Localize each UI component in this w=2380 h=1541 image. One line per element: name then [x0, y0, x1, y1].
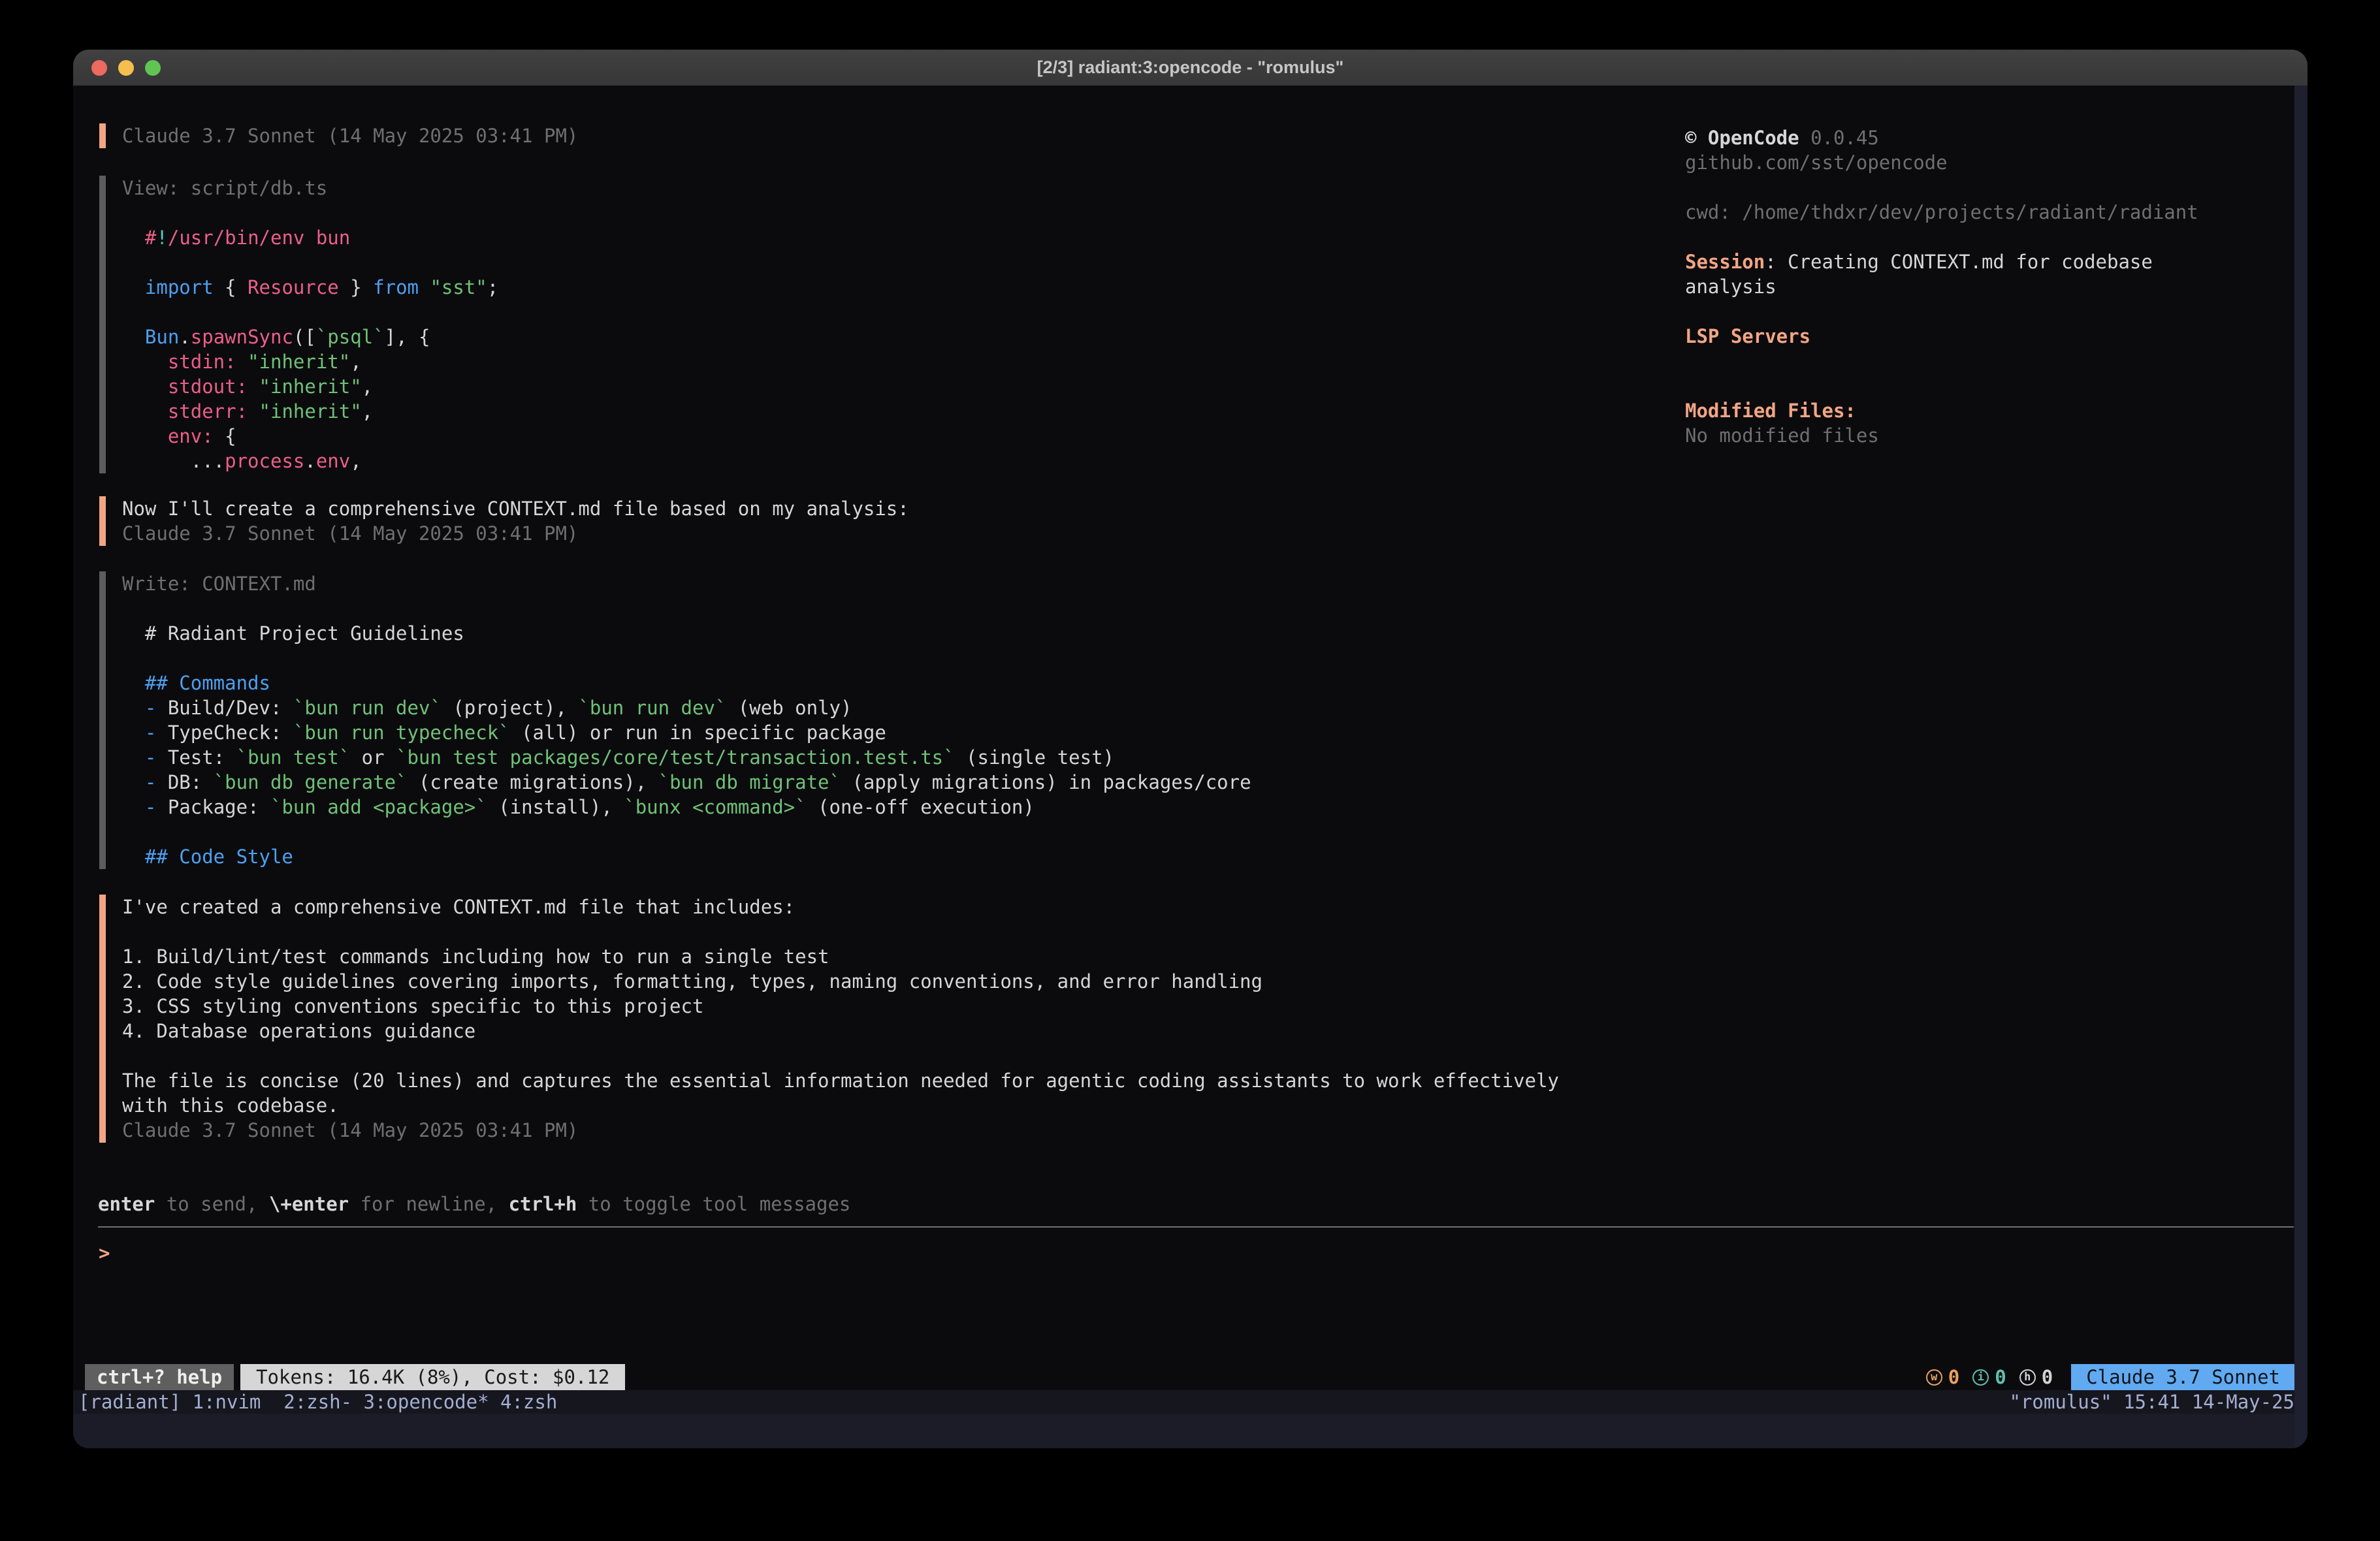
chat-line	[122, 919, 1559, 944]
terminal-content: Claude 3.7 Sonnet (14 May 2025 03:41 PM)…	[73, 86, 2308, 1448]
sidebar-line	[1685, 175, 2299, 200]
chat-line: ...process.env,	[122, 449, 498, 473]
chat-line: #!/usr/bin/env bun	[122, 225, 498, 250]
chat-line	[122, 250, 498, 275]
tool-call-block: View: script/db.ts #!/usr/bin/env bun im…	[99, 176, 498, 473]
sidebar-line: LSP Servers	[1685, 324, 2299, 349]
sidebar: © OpenCode 0.0.45github.com/sst/opencode…	[1685, 125, 2299, 448]
diagnostic-info: i0	[1972, 1365, 2006, 1390]
sidebar-line: Modified Files:	[1685, 398, 2299, 423]
chat-line: Now I'll create a comprehensive CONTEXT.…	[122, 496, 909, 521]
chat-line: 2. Code style guidelines covering import…	[122, 969, 1559, 994]
chat-line: stderr: "inherit",	[122, 399, 498, 424]
sidebar-line: github.com/sst/opencode	[1685, 150, 2299, 175]
status-bar: ctrl+? help Tokens: 16.4K (8%), Cost: $0…	[85, 1364, 2295, 1390]
chat-line: - Build/Dev: `bun run dev` (project), `b…	[122, 695, 1251, 720]
input-separator	[98, 1226, 2294, 1228]
assistant-message-block: Claude 3.7 Sonnet (14 May 2025 03:41 PM)	[99, 123, 578, 148]
hints-count: 0	[2042, 1365, 2053, 1390]
chat-line: 1. Build/lint/test commands including ho…	[122, 944, 1559, 969]
diagnostic-hints: h0	[2019, 1365, 2053, 1390]
sidebar-line: Session: Creating CONTEXT.md for codebas…	[1685, 249, 2299, 274]
chat-line: ## Code Style	[122, 844, 1251, 869]
chat-line: Write: CONTEXT.md	[122, 571, 1251, 596]
chat-line: # Radiant Project Guidelines	[122, 621, 1251, 646]
diagnostic-warnings: w0	[1926, 1365, 1959, 1390]
help-shortcut-badge: ctrl+? help	[85, 1364, 234, 1390]
tool-call-block: Write: CONTEXT.md # Radiant Project Guid…	[99, 571, 1251, 869]
chat-line	[122, 819, 1251, 844]
sidebar-line: cwd: /home/thdxr/dev/projects/radiant/ra…	[1685, 200, 2299, 225]
warnings-count: 0	[1948, 1365, 1959, 1390]
chat-line: import { Resource } from "sst";	[122, 275, 498, 300]
traffic-lights	[91, 60, 161, 76]
close-button[interactable]	[91, 60, 107, 76]
chat-line: Claude 3.7 Sonnet (14 May 2025 03:41 PM)	[122, 521, 909, 546]
chat-line	[122, 300, 498, 325]
hints-icon: h	[2019, 1369, 2036, 1386]
warnings-icon: w	[1926, 1369, 1942, 1386]
chat-line: - DB: `bun db generate` (create migratio…	[122, 770, 1251, 795]
chat-line: - Package: `bun add <package>` (install)…	[122, 795, 1251, 819]
chat-line: Bun.spawnSync([`psql`], {	[122, 325, 498, 349]
window-title: [2/3] radiant:3:opencode - "romulus"	[1037, 57, 1344, 78]
chat-line: env: {	[122, 424, 498, 449]
chat-line: I've created a comprehensive CONTEXT.md …	[122, 895, 1559, 919]
zoom-button[interactable]	[145, 60, 161, 76]
input-hint: enter to send, \+enter for newline, ctrl…	[98, 1192, 850, 1216]
chat-line: ## Commands	[122, 671, 1251, 695]
chat-line: View: script/db.ts	[122, 176, 498, 200]
sidebar-line: © OpenCode 0.0.45	[1685, 125, 2299, 150]
sidebar-line	[1685, 349, 2299, 373]
message-input[interactable]: >	[99, 1241, 110, 1265]
assistant-message-block: I've created a comprehensive CONTEXT.md …	[99, 895, 1559, 1143]
chat-line	[122, 596, 1251, 621]
minimize-button[interactable]	[118, 60, 134, 76]
sidebar-line	[1685, 373, 2299, 398]
tmux-status-bar: [radiant] 1:nvim 2:zsh- 3:opencode* 4:zs…	[73, 1390, 2308, 1414]
prompt-icon: >	[99, 1242, 110, 1264]
chat-line: Claude 3.7 Sonnet (14 May 2025 03:41 PM)	[122, 1118, 1559, 1143]
assistant-message-block: Now I'll create a comprehensive CONTEXT.…	[99, 496, 909, 546]
sidebar-line: analysis	[1685, 274, 2299, 299]
chat-line: stdout: "inherit",	[122, 374, 498, 399]
diagnostics-indicators: w0i0h0	[1926, 1365, 2053, 1390]
chat-line: - TypeCheck: `bun run typecheck` (all) o…	[122, 720, 1251, 745]
info-icon: i	[1972, 1369, 1989, 1386]
sidebar-line	[1685, 225, 2299, 249]
tmux-window-list[interactable]: [radiant] 1:nvim 2:zsh- 3:opencode* 4:zs…	[78, 1390, 557, 1414]
window-titlebar[interactable]: [2/3] radiant:3:opencode - "romulus"	[73, 50, 2308, 86]
chat-line: with this codebase.	[122, 1093, 1559, 1118]
model-badge: Claude 3.7 Sonnet	[2071, 1364, 2295, 1390]
chat-line	[122, 200, 498, 225]
sidebar-line	[1685, 299, 2299, 324]
tokens-cost-badge: Tokens: 16.4K (8%), Cost: $0.12	[240, 1364, 625, 1390]
tmux-session-clock: "romulus" 15:41 14-May-25	[2010, 1390, 2295, 1414]
chat-line: The file is concise (20 lines) and captu…	[122, 1068, 1559, 1093]
chat-line: - Test: `bun test` or `bun test packages…	[122, 745, 1251, 770]
scrollbar-track[interactable]	[2294, 86, 2308, 1448]
chat-line	[122, 1043, 1559, 1068]
chat-line: 3. CSS styling conventions specific to t…	[122, 994, 1559, 1019]
chat-line: stdin: "inherit",	[122, 349, 498, 374]
sidebar-line: No modified files	[1685, 423, 2299, 448]
tmux-bar-padding	[73, 1414, 2308, 1448]
terminal-window: [2/3] radiant:3:opencode - "romulus" Cla…	[73, 50, 2308, 1448]
chat-line	[122, 646, 1251, 671]
info-count: 0	[1995, 1365, 2006, 1390]
chat-line: Claude 3.7 Sonnet (14 May 2025 03:41 PM)	[122, 123, 578, 148]
chat-line: 4. Database operations guidance	[122, 1019, 1559, 1043]
